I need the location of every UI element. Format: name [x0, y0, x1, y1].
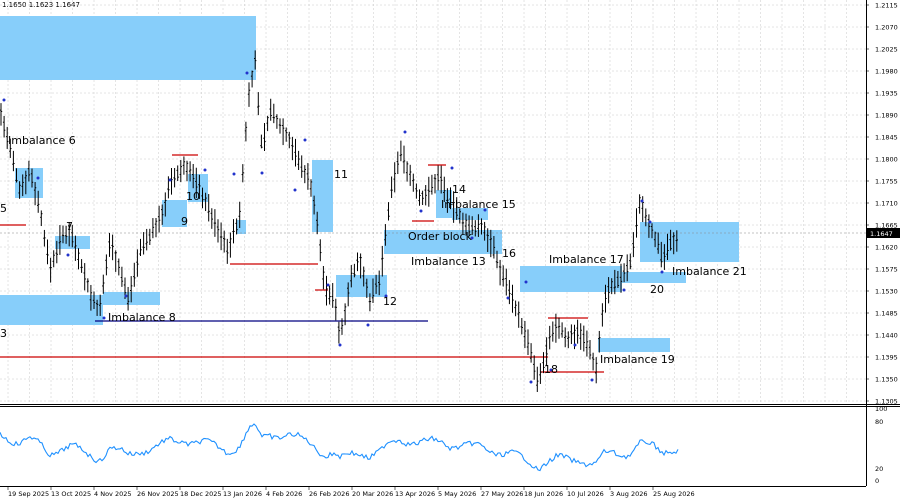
- price-tick: 1.1350: [875, 376, 898, 384]
- current-price-tag: 1.1647: [867, 228, 900, 238]
- date-tick: 26 Nov 2025: [137, 490, 179, 498]
- price-tick: 1.1980: [875, 68, 898, 76]
- label-imbalance-15: Imbalance 15: [441, 198, 516, 211]
- price-tick: 1.2115: [875, 2, 898, 10]
- trading-chart[interactable]: 1.1650 1.1623 1.1647 Imbalance 6 5 7 3 I…: [0, 0, 900, 500]
- label-10: 10: [186, 190, 200, 203]
- osc-tick: 80: [875, 418, 883, 426]
- price-tick: 1.1845: [875, 134, 898, 142]
- date-tick: 18 Jun 2026: [524, 490, 563, 498]
- date-tick: 26 Feb 2026: [309, 490, 349, 498]
- date-tick: 13 Oct 2025: [51, 490, 91, 498]
- date-tick: 5 May 2026: [438, 490, 476, 498]
- candles: [0, 50, 678, 392]
- zone-imb17: [520, 266, 622, 292]
- label-14: 14: [452, 183, 466, 196]
- price-axis: 1.2115 1.2070 1.2025 1.1980 1.1935 1.1890 1.18…: [866, 2, 898, 406]
- label-18: 18: [544, 363, 558, 376]
- osc-tick: 20: [875, 465, 883, 473]
- label-11: 11: [334, 168, 348, 181]
- osc-tick: 0: [875, 477, 879, 485]
- zone-imb3: [0, 295, 103, 325]
- price-tick: 1.1575: [875, 266, 898, 274]
- label-16: 16: [502, 247, 516, 260]
- oscillator-axis: 100 80 20 0: [875, 405, 887, 485]
- label-12: 12: [383, 295, 397, 308]
- date-tick: 3 Aug 2026: [610, 490, 648, 498]
- label-imbalance-21: Imbalance 21: [672, 265, 747, 278]
- date-tick: 18 Dec 2025: [180, 490, 222, 498]
- price-tick: 1.1530: [875, 288, 898, 296]
- date-tick: 4 Feb 2026: [266, 490, 302, 498]
- date-tick: 25 Aug 2026: [653, 490, 695, 498]
- chart-canvas[interactable]: Imbalance 6 5 7 3 Imbalance 8 9 10 11 12…: [0, 0, 900, 500]
- zone-small: [236, 220, 246, 234]
- label-9: 9: [181, 215, 188, 228]
- date-tick: 4 Nov 2025: [94, 490, 132, 498]
- price-tick: 1.1440: [875, 332, 898, 340]
- price-tick: 1.1620: [875, 244, 898, 252]
- price-tick: 1.2070: [875, 24, 898, 32]
- date-axis: 19 Sep 2025 13 Oct 2025 4 Nov 2025 26 Nov 2…: [7, 486, 695, 498]
- label-imbalance-19: Imbalance 19: [600, 353, 675, 366]
- zone-imb19: [598, 338, 670, 352]
- label-imbalance-6: Imbalance 6: [8, 134, 76, 147]
- price-tick: 1.1485: [875, 310, 898, 318]
- label-order-block: Order block: [408, 230, 473, 243]
- label-imbalance-13: Imbalance 13: [411, 255, 486, 268]
- price-tick: 1.2025: [875, 46, 898, 54]
- price-tick: 1.1755: [875, 178, 898, 186]
- osc-tick: 100: [875, 405, 887, 413]
- date-tick: 20 Mar 2026: [352, 490, 393, 498]
- label-7: 7: [66, 220, 73, 233]
- zone-imb11: [312, 160, 333, 232]
- label-3: 3: [0, 327, 7, 340]
- levels: [0, 154, 604, 373]
- price-tick: 1.1710: [875, 200, 898, 208]
- date-tick: 19 Sep 2025: [8, 490, 49, 498]
- price-tick: 1.1890: [875, 112, 898, 120]
- oscillator-line: [0, 423, 679, 472]
- label-imbalance-8: Imbalance 8: [108, 311, 176, 324]
- price-tick: 1.1800: [875, 156, 898, 164]
- price-tick: 1.1395: [875, 354, 898, 362]
- zone-top: [0, 16, 256, 80]
- label-20: 20: [650, 283, 664, 296]
- date-tick: 13 Apr 2026: [395, 490, 435, 498]
- date-tick: 13 Jan 2026: [223, 490, 262, 498]
- price-tick: 1.1935: [875, 90, 898, 98]
- date-tick: 27 May 2026: [481, 490, 523, 498]
- label-5: 5: [0, 202, 7, 215]
- svg-text:1.1647: 1.1647: [870, 230, 893, 238]
- label-imbalance-17: Imbalance 17: [549, 253, 624, 266]
- date-tick: 10 Jul 2026: [567, 490, 604, 498]
